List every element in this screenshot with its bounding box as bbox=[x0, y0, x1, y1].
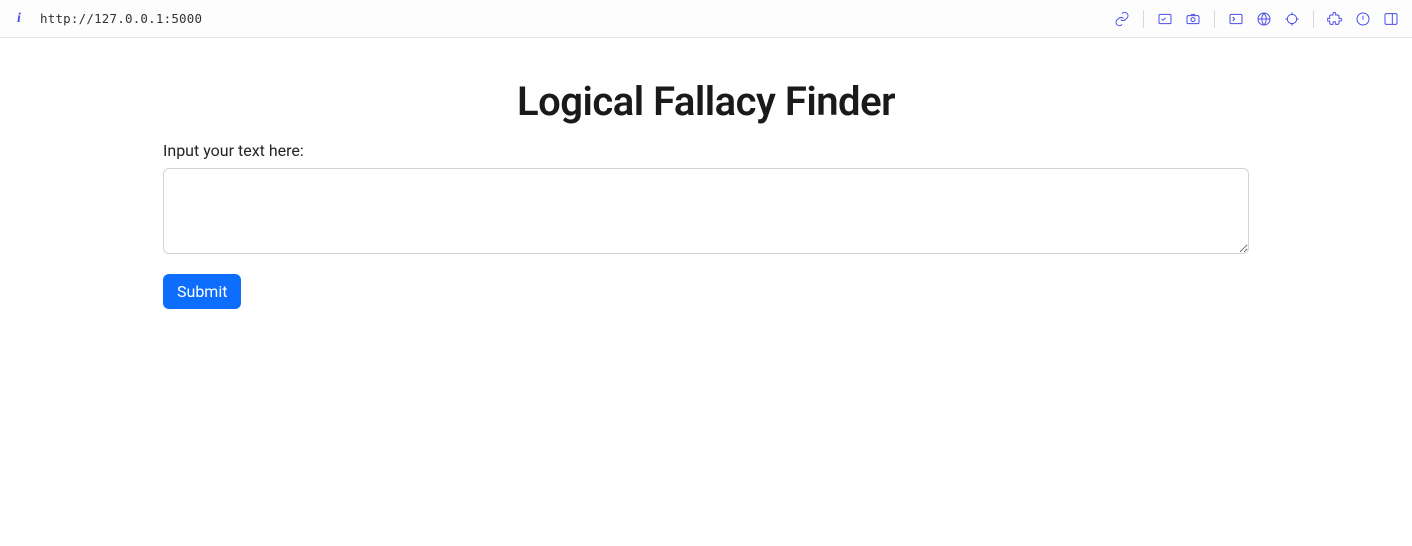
info-icon[interactable]: i bbox=[12, 11, 26, 27]
sidebar-toggle-icon[interactable] bbox=[1382, 10, 1400, 28]
crosshair-icon[interactable] bbox=[1283, 10, 1301, 28]
terminal-icon[interactable] bbox=[1227, 10, 1245, 28]
camera-icon[interactable] bbox=[1184, 10, 1202, 28]
link-icon[interactable] bbox=[1113, 10, 1131, 28]
toolbar-divider bbox=[1313, 10, 1314, 28]
submit-button[interactable]: Submit bbox=[163, 274, 241, 309]
toolbar-divider bbox=[1214, 10, 1215, 28]
browser-toolbar-left: i http://127.0.0.1:5000 bbox=[12, 11, 202, 27]
toolbar-divider bbox=[1143, 10, 1144, 28]
inbox-icon[interactable] bbox=[1156, 10, 1174, 28]
text-input[interactable] bbox=[163, 168, 1249, 254]
globe-icon[interactable] bbox=[1255, 10, 1273, 28]
fallacy-form: Input your text here: Submit bbox=[163, 141, 1249, 309]
browser-toolbar-right bbox=[1113, 10, 1400, 28]
extension-icon[interactable] bbox=[1326, 10, 1344, 28]
url-display: http://127.0.0.1:5000 bbox=[40, 11, 202, 26]
browser-toolbar: i http://127.0.0.1:5000 bbox=[0, 0, 1412, 38]
page-title: Logical Fallacy Finder bbox=[163, 78, 1249, 125]
main-container: Logical Fallacy Finder Input your text h… bbox=[151, 78, 1261, 309]
input-label: Input your text here: bbox=[163, 141, 1249, 160]
privacy-icon[interactable] bbox=[1354, 10, 1372, 28]
